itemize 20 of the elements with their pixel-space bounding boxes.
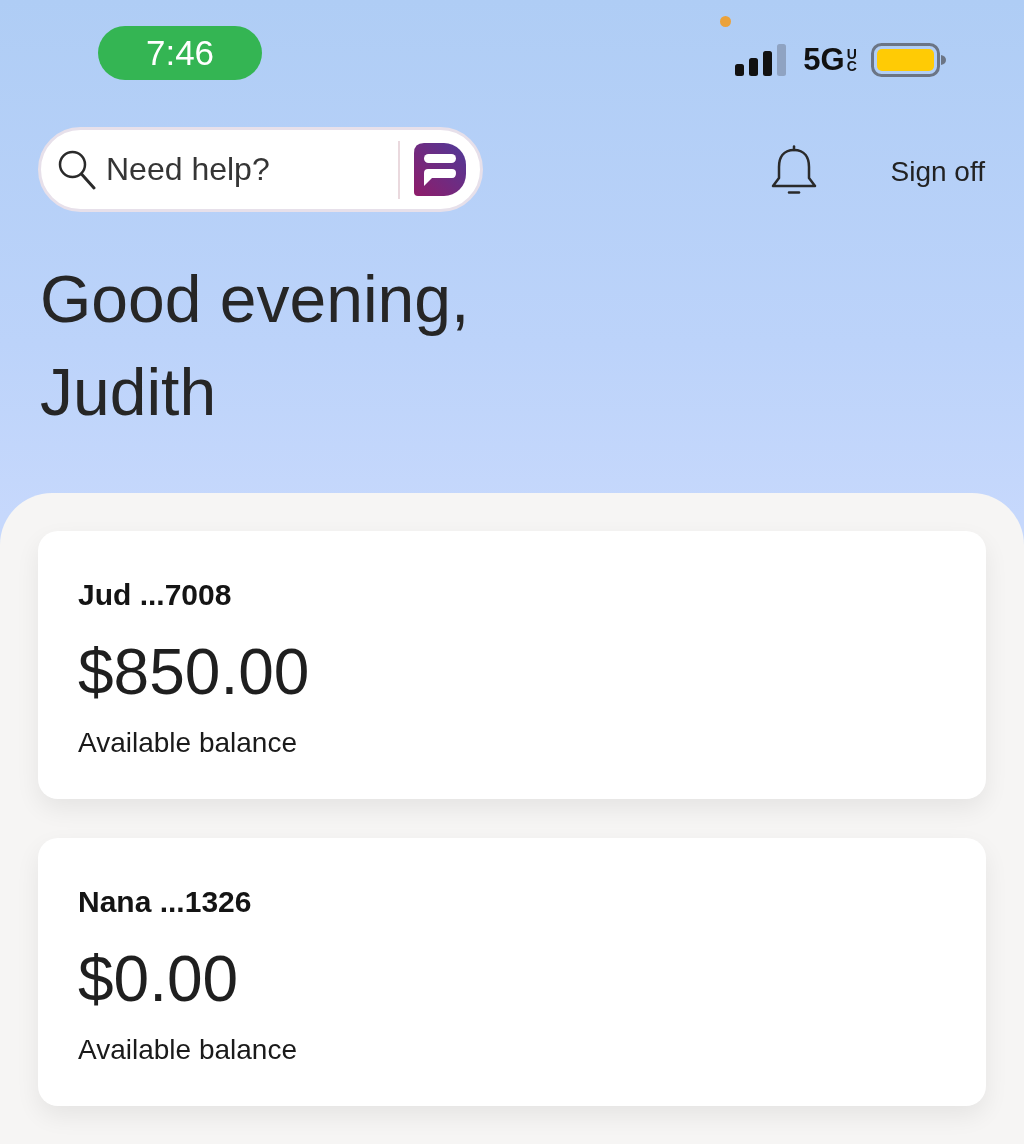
search-field[interactable]: Need help? [38, 127, 483, 212]
greeting-heading: Good evening, Judith [40, 261, 471, 431]
sign-off-link[interactable]: Sign off [890, 155, 985, 188]
status-time: 7:46 [98, 26, 262, 80]
bell-icon[interactable] [770, 144, 817, 195]
account-name: Nana ...1326 [78, 884, 252, 920]
indicator-dot-icon [720, 16, 732, 27]
account-balance: $850.00 [78, 635, 310, 710]
search-input[interactable]: Need help? [106, 147, 390, 192]
network-type-label: 5G [803, 44, 845, 76]
account-name: Jud ...7008 [78, 577, 232, 613]
balance-label: Available balance [78, 1033, 297, 1067]
account-card[interactable]: Jud ...7008 $850.00 Available balance [38, 531, 986, 799]
balance-label: Available balance [78, 726, 297, 760]
account-balance: $0.00 [78, 942, 239, 1017]
chat-bubble-icon[interactable] [414, 143, 466, 196]
battery-icon [871, 43, 946, 77]
account-card[interactable]: Nana ...1326 $0.00 Available balance [38, 838, 986, 1106]
network-suffix-label: UC [846, 48, 857, 72]
search-icon [58, 149, 96, 190]
